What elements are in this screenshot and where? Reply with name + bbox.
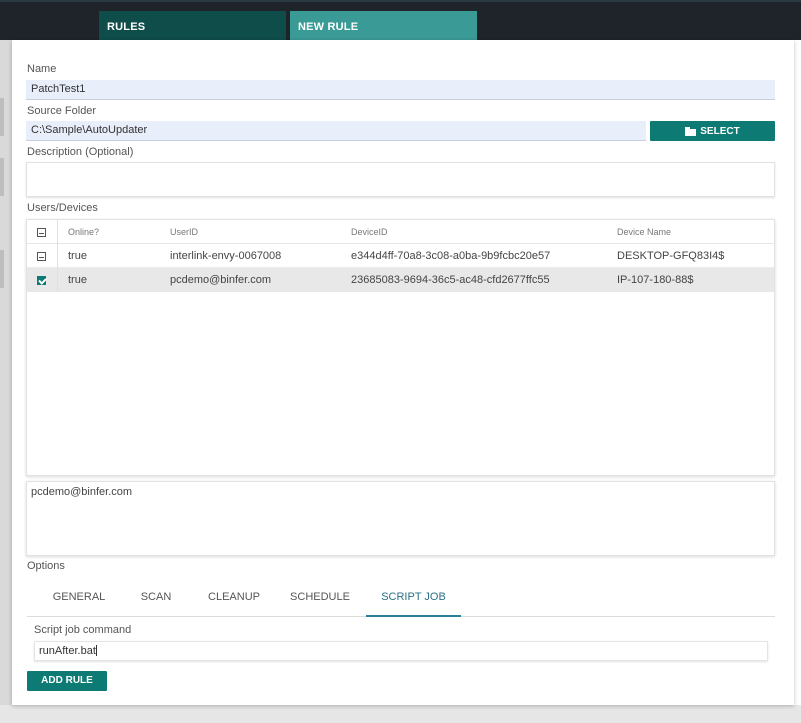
description-label: Description (Optional) <box>27 146 134 158</box>
add-rule-button[interactable]: ADD RULE <box>27 671 107 691</box>
folder-icon <box>685 127 697 136</box>
new-rule-panel: Name PatchTest1 Source Folder C:\Sample\… <box>12 40 794 705</box>
gutter-mark <box>0 250 4 288</box>
cell-device-name: IP-107-180-88$ <box>617 274 694 286</box>
selected-devices-box[interactable]: pcdemo@binfer.com <box>26 481 775 556</box>
script-command-label: Script job command <box>34 624 132 636</box>
tab-scan[interactable]: SCAN <box>123 583 189 617</box>
options-label: Options <box>27 560 65 572</box>
cell-userid: pcdemo@binfer.com <box>170 274 272 286</box>
select-all-checkbox[interactable] <box>37 228 46 237</box>
left-gutter <box>0 40 12 723</box>
col-userid[interactable]: UserID <box>170 220 198 244</box>
tab-script-job[interactable]: SCRIPT JOB <box>366 583 461 617</box>
gutter-mark <box>0 98 4 136</box>
row-select-cell <box>27 244 58 268</box>
cell-deviceid: e344d4ff-70a8-3c08-a0ba-9b9fcbc20e57 <box>351 250 551 262</box>
row-select-cell <box>27 268 58 292</box>
source-folder-input[interactable]: C:\Sample\AutoUpdater <box>26 121 646 141</box>
bottom-band <box>0 705 801 723</box>
name-input[interactable]: PatchTest1 <box>26 80 775 100</box>
script-command-input[interactable]: runAfter.bat <box>34 641 768 661</box>
description-input[interactable] <box>26 162 775 197</box>
cell-deviceid: 23685083-9694-36c5-ac48-cfd2677ffc55 <box>351 274 550 286</box>
cell-online: true <box>68 250 87 262</box>
script-command-value: runAfter.bat <box>39 645 96 657</box>
col-deviceid[interactable]: DeviceID <box>351 220 388 244</box>
col-device-name[interactable]: Device Name <box>617 220 671 244</box>
source-folder-label: Source Folder <box>27 105 97 117</box>
tab-schedule[interactable]: SCHEDULE <box>279 583 361 617</box>
select-folder-button[interactable]: SELECT <box>650 121 775 141</box>
cell-online: true <box>68 274 87 286</box>
tab-cleanup[interactable]: CLEANUP <box>193 583 275 617</box>
options-tabs: GENERAL SCAN CLEANUP SCHEDULE SCRIPT JOB <box>27 583 775 617</box>
select-all-cell <box>27 220 58 244</box>
top-bar: RULES NEW RULE <box>0 0 801 42</box>
cell-device-name: DESKTOP-GFQ83I4$ <box>617 250 725 262</box>
tab-general[interactable]: GENERAL <box>37 583 121 617</box>
col-online[interactable]: Online? <box>68 220 99 244</box>
name-label: Name <box>27 63 57 75</box>
tab-new-rule[interactable]: NEW RULE <box>290 11 477 42</box>
table-row[interactable]: true interlink-envy-0067008 e344d4ff-70a… <box>27 244 774 268</box>
tab-rules[interactable]: RULES <box>99 11 286 42</box>
cell-userid: interlink-envy-0067008 <box>170 250 282 262</box>
table-row[interactable]: true pcdemo@binfer.com 23685083-9694-36c… <box>27 268 774 292</box>
table-header: Online? UserID DeviceID Device Name <box>27 220 774 244</box>
select-button-label: SELECT <box>700 125 740 137</box>
row-checkbox[interactable] <box>37 276 46 285</box>
users-devices-label: Users/Devices <box>27 202 98 214</box>
gutter-mark <box>0 158 4 196</box>
devices-table: Online? UserID DeviceID Device Name true… <box>26 219 775 476</box>
text-caret <box>95 645 97 656</box>
row-checkbox[interactable] <box>37 252 46 261</box>
